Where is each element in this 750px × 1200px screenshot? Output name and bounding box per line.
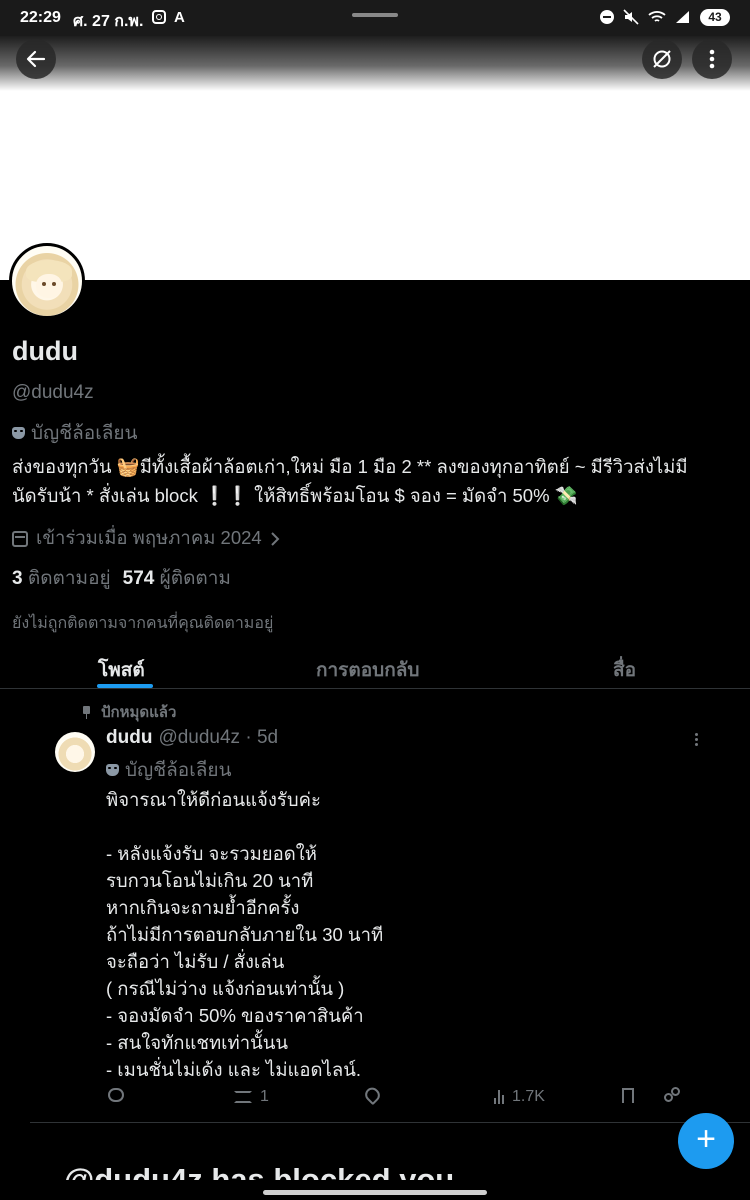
following-label: ติดตามอยู่ bbox=[27, 568, 111, 589]
tab-replies[interactable]: การตอบกลับ bbox=[316, 655, 419, 685]
avatar-face bbox=[36, 274, 62, 298]
profile-handle: @dudu4z bbox=[12, 382, 94, 403]
post-author-avatar[interactable] bbox=[55, 732, 95, 772]
parody-mask-icon bbox=[12, 427, 25, 439]
avatar-eye bbox=[42, 282, 46, 286]
dot-icon bbox=[695, 733, 698, 736]
like-button[interactable] bbox=[362, 1084, 388, 1106]
post-more-button[interactable] bbox=[695, 733, 699, 746]
more-vertical-icon bbox=[709, 49, 715, 69]
post-parody-text: บัญชีล้อเลียน bbox=[125, 760, 232, 781]
wifi-icon bbox=[648, 11, 666, 22]
followers-link[interactable]: 574 ผู้ติดตาม bbox=[123, 563, 231, 593]
pin-icon bbox=[82, 705, 91, 719]
post-line: - เมนชั่นไม่เด้ง และ ไม่แอดไลน์. bbox=[106, 1059, 361, 1080]
calendar-icon bbox=[12, 530, 28, 547]
joined-date[interactable]: เข้าร่วมเมื่อ พฤษภาคม 2024 bbox=[12, 524, 280, 553]
more-options-button[interactable] bbox=[692, 39, 732, 79]
post-line: ถ้าไม่มีการตอบกลับภายใน 30 นาที bbox=[106, 924, 384, 945]
active-tab-indicator bbox=[97, 684, 153, 688]
repost-button[interactable]: 1 bbox=[234, 1088, 269, 1106]
post-line: จะถือว่า ไม่รับ / สั่งเล่น bbox=[106, 951, 285, 972]
post-line: - จองมัดจำ 50% ของราคาสินค้า bbox=[106, 1005, 364, 1026]
post-text: พิจารณาให้ดีก่อนแจ้งรับค่ะ - หลังแจ้งรับ… bbox=[106, 786, 706, 1083]
bio-line: นัดรับน้า * สั่งเล่น block ❕❕ ให้สิทธิ์พ… bbox=[12, 485, 578, 506]
joined-date-text: เข้าร่วมเมื่อ พฤษภาคม 2024 bbox=[36, 527, 262, 548]
views-count: 1.7K bbox=[512, 1088, 545, 1105]
avatar-eye bbox=[52, 282, 56, 286]
share-icon bbox=[664, 1087, 680, 1102]
post-line: หากเกินจะถามย้ำอีกครั้ง bbox=[106, 897, 300, 918]
tab-posts[interactable]: โพสต์ bbox=[98, 655, 145, 685]
repost-count: 1 bbox=[260, 1088, 269, 1105]
post-author-name[interactable]: dudu bbox=[106, 727, 152, 749]
post-parody-label: บัญชีล้อเลียน bbox=[106, 755, 231, 785]
pinned-indicator: ปักหมุดแล้ว bbox=[82, 700, 176, 724]
pinned-label: ปักหมุดแล้ว bbox=[101, 704, 177, 721]
post-line: พิจารณาให้ดีก่อนแจ้งรับค่ะ bbox=[106, 789, 321, 810]
not-followed-note: ยังไม่ถูกติดตามจากคนที่คุณติดตามอยู่ bbox=[12, 615, 274, 632]
status-date: ศ. 27 ก.พ. bbox=[73, 13, 144, 30]
reply-icon bbox=[108, 1088, 124, 1102]
repost-icon bbox=[234, 1091, 252, 1103]
following-link[interactable]: 3 ติดตามอยู่ bbox=[12, 563, 111, 593]
dot-icon bbox=[695, 738, 698, 741]
post-line: - หลังแจ้งรับ จะรวมยอดให้ bbox=[106, 843, 317, 864]
post-line: ( กรณีไม่ว่าง แจ้งก่อนเท่านั้น ) bbox=[106, 978, 345, 999]
profile-banner bbox=[0, 36, 750, 280]
instagram-icon bbox=[152, 10, 166, 24]
compose-button[interactable]: + bbox=[678, 1113, 734, 1169]
reply-button[interactable] bbox=[108, 1088, 132, 1102]
views-button[interactable]: 1.7K bbox=[494, 1088, 545, 1106]
status-bar: 22:29 ศ. 27 ก.พ. A 43 bbox=[0, 0, 750, 36]
back-button[interactable] bbox=[16, 39, 56, 79]
bookmark-icon bbox=[622, 1088, 634, 1103]
followers-count: 574 bbox=[122, 568, 155, 589]
profile-avatar[interactable] bbox=[9, 243, 85, 319]
follow-stats: 3 ติดตามอยู่ 574 ผู้ติดตาม bbox=[12, 563, 231, 593]
post-header: dudu @dudu4z · 5d bbox=[106, 727, 278, 749]
parody-label: บัญชีล้อเลียน bbox=[12, 418, 137, 448]
bookmark-button[interactable] bbox=[622, 1088, 634, 1103]
grok-icon bbox=[653, 50, 671, 68]
post-author-meta: @dudu4z · 5d bbox=[158, 727, 279, 748]
post-actions: 1 1.7K bbox=[0, 1084, 750, 1114]
bio-line: ส่งของทุกวัน 🧺มีทั้งเสื้อผ้าล้อตเก่า,ใหม… bbox=[12, 456, 688, 477]
notification-letter: A bbox=[174, 9, 185, 26]
views-icon bbox=[494, 1090, 504, 1104]
profile-tabs: โพสต์ การตอบกลับ สื่อ bbox=[0, 640, 750, 689]
parody-label-text: บัญชีล้อเลียน bbox=[31, 423, 138, 444]
chevron-right-icon bbox=[270, 531, 280, 546]
system-icons bbox=[600, 9, 690, 25]
followers-label: ผู้ติดตาม bbox=[159, 568, 231, 589]
signal-icon bbox=[676, 11, 689, 23]
do-not-disturb-icon bbox=[600, 10, 614, 24]
status-time: 22:29 bbox=[20, 9, 61, 26]
battery-indicator: 43 bbox=[700, 9, 730, 26]
post-line: รบกวนโอนไม่เกิน 20 นาที bbox=[106, 870, 314, 891]
status-handle-pill bbox=[352, 13, 398, 17]
post-line: - สนใจทักแชทเท่านั้นน bbox=[106, 1032, 289, 1053]
share-button[interactable] bbox=[664, 1087, 680, 1102]
grok-button[interactable] bbox=[642, 39, 682, 79]
heart-icon bbox=[362, 1084, 383, 1106]
profile-bio: ส่งของทุกวัน 🧺มีทั้งเสื้อผ้าล้อตเก่า,ใหม… bbox=[12, 452, 740, 510]
profile-display-name: dudu bbox=[12, 336, 78, 366]
following-count: 3 bbox=[12, 568, 23, 589]
parody-mask-icon bbox=[106, 764, 119, 776]
post-divider bbox=[30, 1122, 750, 1123]
home-gesture-pill[interactable] bbox=[263, 1190, 487, 1195]
system-nav-bar bbox=[0, 1180, 750, 1200]
post-line bbox=[106, 813, 706, 840]
mute-icon bbox=[623, 9, 639, 25]
arrow-left-icon bbox=[26, 50, 46, 68]
tab-media[interactable]: สื่อ bbox=[613, 655, 636, 685]
dot-icon bbox=[695, 743, 698, 746]
